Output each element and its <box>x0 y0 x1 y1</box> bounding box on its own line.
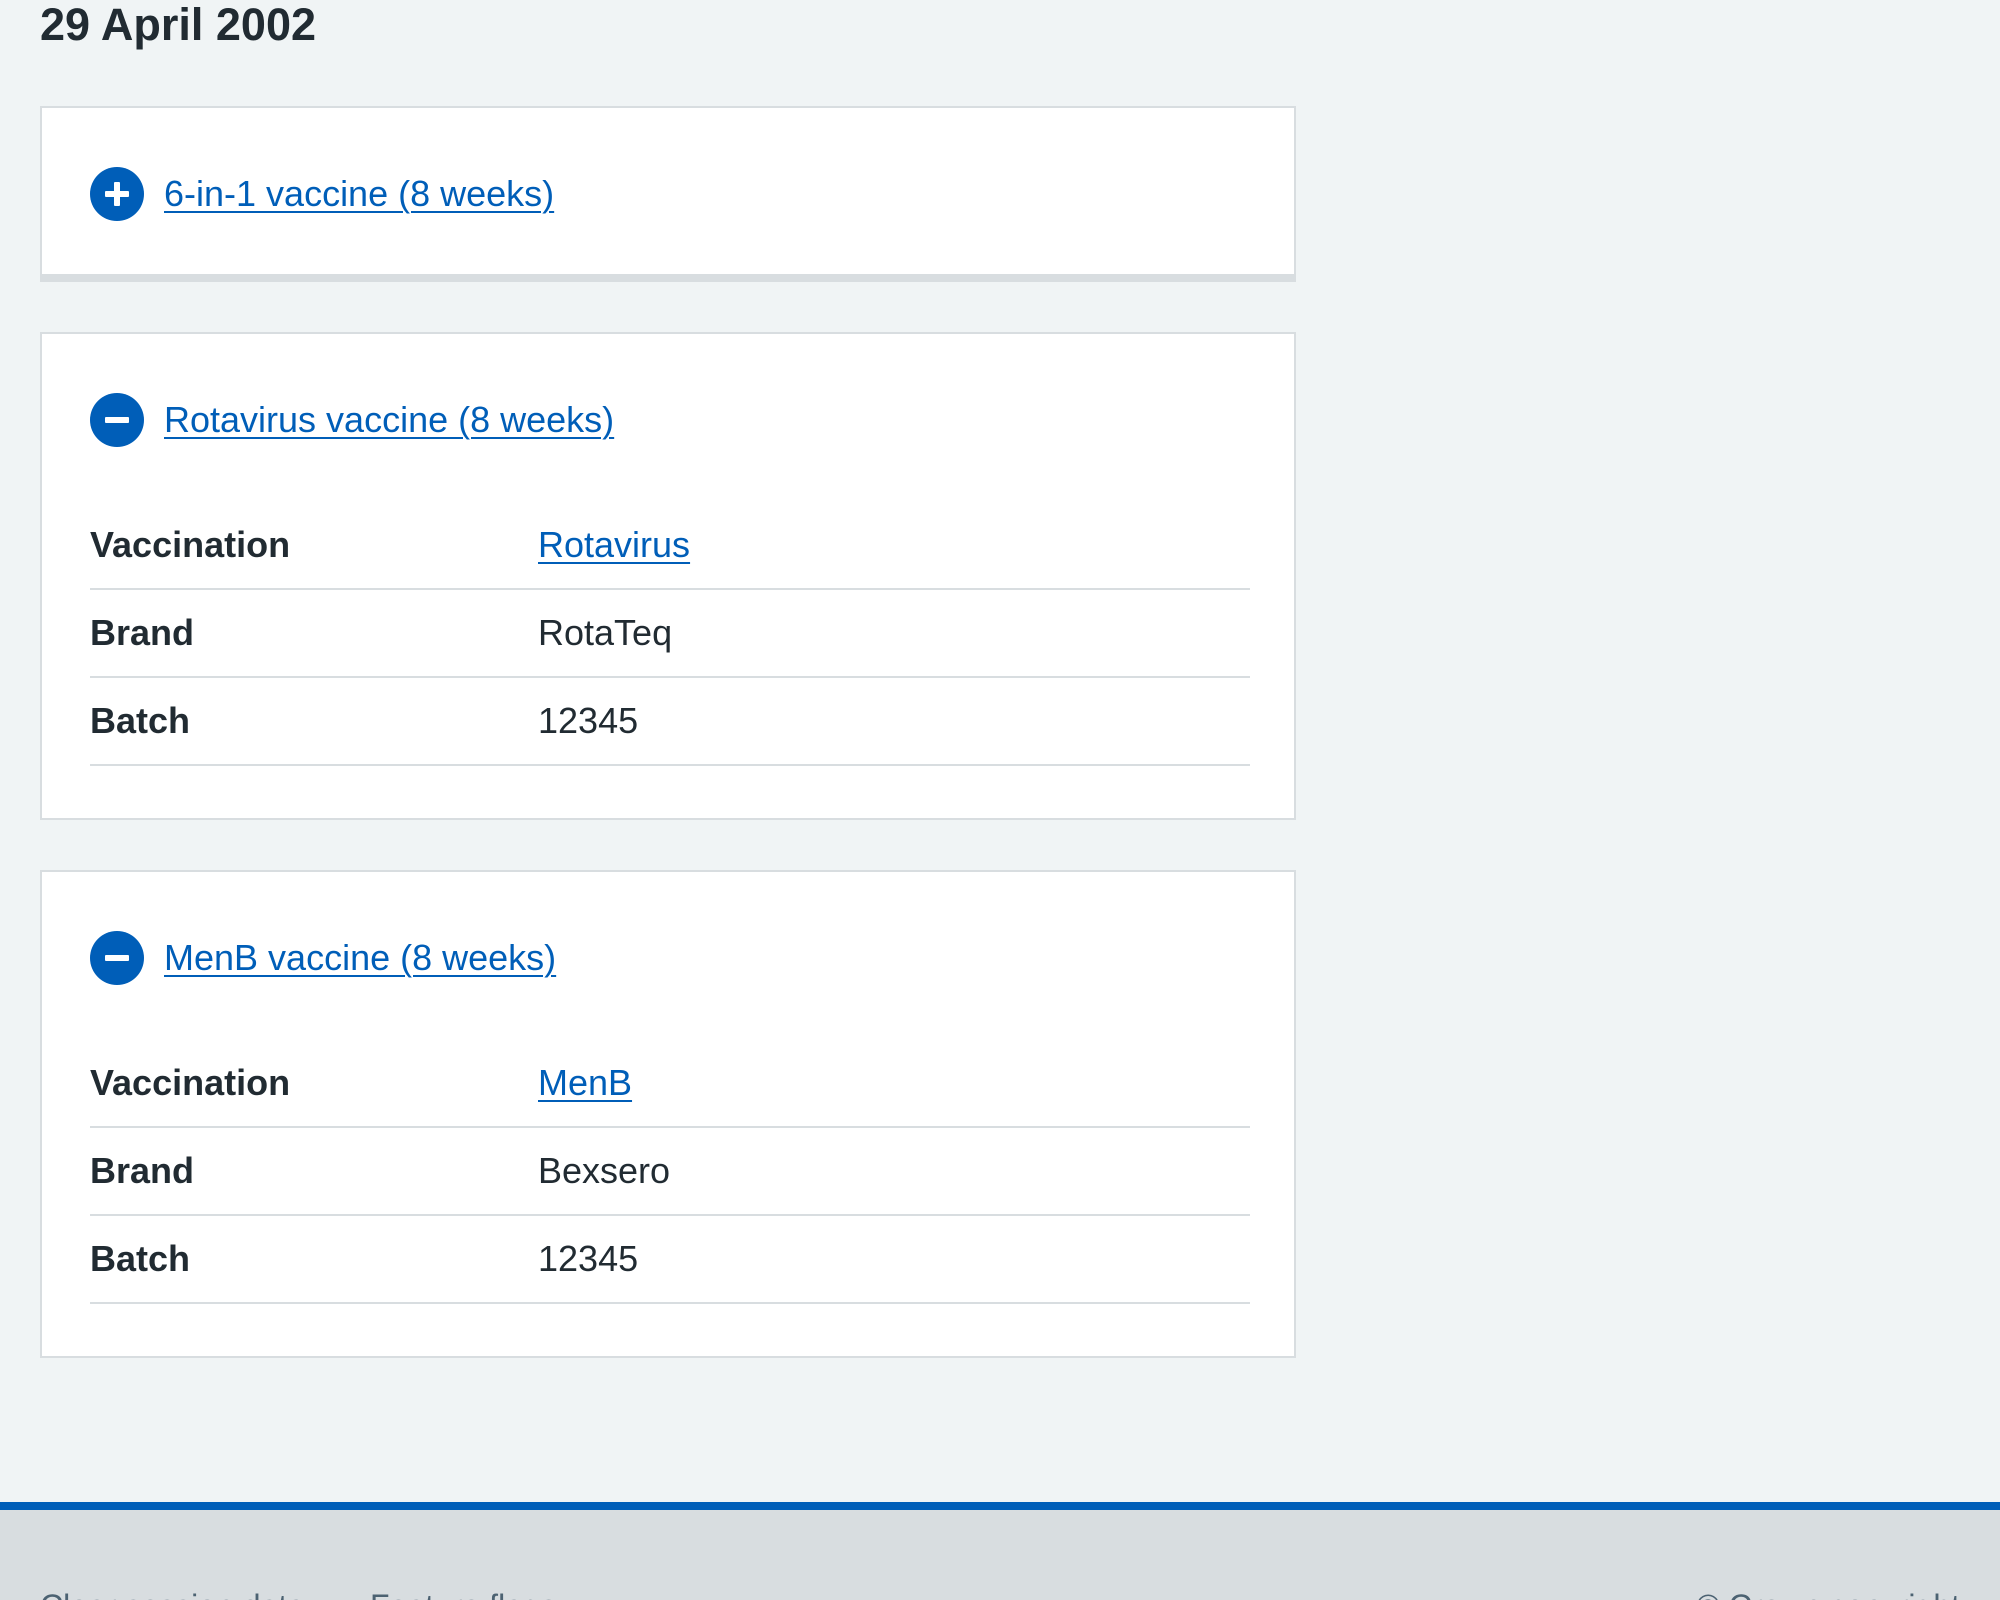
expand-plus-icon[interactable] <box>90 167 144 221</box>
summary-key: Batch <box>90 700 191 741</box>
vaccine-card-toggle[interactable]: MenB vaccine (8 weeks) <box>90 930 556 986</box>
vaccine-card-toggle[interactable]: Rotavirus vaccine (8 weeks) <box>90 392 614 448</box>
summary-key: Brand <box>90 1150 195 1191</box>
summary-key: Batch <box>90 1238 191 1279</box>
copyright-text: © Crown copyright <box>1696 1588 1960 1600</box>
summary-value: 12345 <box>538 700 639 741</box>
vaccination-summary-list: Vaccination MenB Brand Bexsero Batch 123… <box>90 1040 1250 1304</box>
vaccine-card-title[interactable]: Rotavirus vaccine (8 weeks) <box>164 399 614 441</box>
summary-value: 12345 <box>538 1238 639 1279</box>
clear-session-data-link[interactable]: Clear session data <box>40 1588 305 1600</box>
summary-value: Bexsero <box>538 1150 671 1191</box>
vaccine-card-6-in-1: 6-in-1 vaccine (8 weeks) <box>40 106 1296 282</box>
summary-value: RotaTeq <box>538 612 673 653</box>
vaccine-card-toggle[interactable]: 6-in-1 vaccine (8 weeks) <box>90 166 554 222</box>
summary-row-brand: Brand Bexsero <box>90 1128 1250 1216</box>
vaccine-card-rotavirus: Rotavirus vaccine (8 weeks) Vaccination … <box>40 332 1296 820</box>
vaccine-card-menb: MenB vaccine (8 weeks) Vaccination MenB … <box>40 870 1296 1358</box>
vaccination-link[interactable]: MenB <box>538 1062 632 1104</box>
summary-key: Vaccination <box>90 524 291 565</box>
vaccine-card-title[interactable]: MenB vaccine (8 weeks) <box>164 937 556 979</box>
feature-flags-link[interactable]: Feature flags <box>370 1588 557 1600</box>
summary-row-vaccination: Vaccination MenB <box>90 1040 1250 1128</box>
site-footer: Clear session data Feature flags © Crown… <box>0 1502 2000 1600</box>
date-heading: 29 April 2002 <box>40 0 316 50</box>
collapse-minus-icon[interactable] <box>90 393 144 447</box>
summary-row-brand: Brand RotaTeq <box>90 590 1250 678</box>
summary-row-batch: Batch 12345 <box>90 1216 1250 1304</box>
vaccination-link[interactable]: Rotavirus <box>538 524 690 566</box>
summary-key: Vaccination <box>90 1062 291 1103</box>
collapse-minus-icon[interactable] <box>90 931 144 985</box>
summary-key: Brand <box>90 612 195 653</box>
vaccine-card-title[interactable]: 6-in-1 vaccine (8 weeks) <box>164 173 554 215</box>
vaccination-summary-list: Vaccination Rotavirus Brand RotaTeq Batc… <box>90 502 1250 766</box>
summary-row-batch: Batch 12345 <box>90 678 1250 766</box>
summary-row-vaccination: Vaccination Rotavirus <box>90 502 1250 590</box>
